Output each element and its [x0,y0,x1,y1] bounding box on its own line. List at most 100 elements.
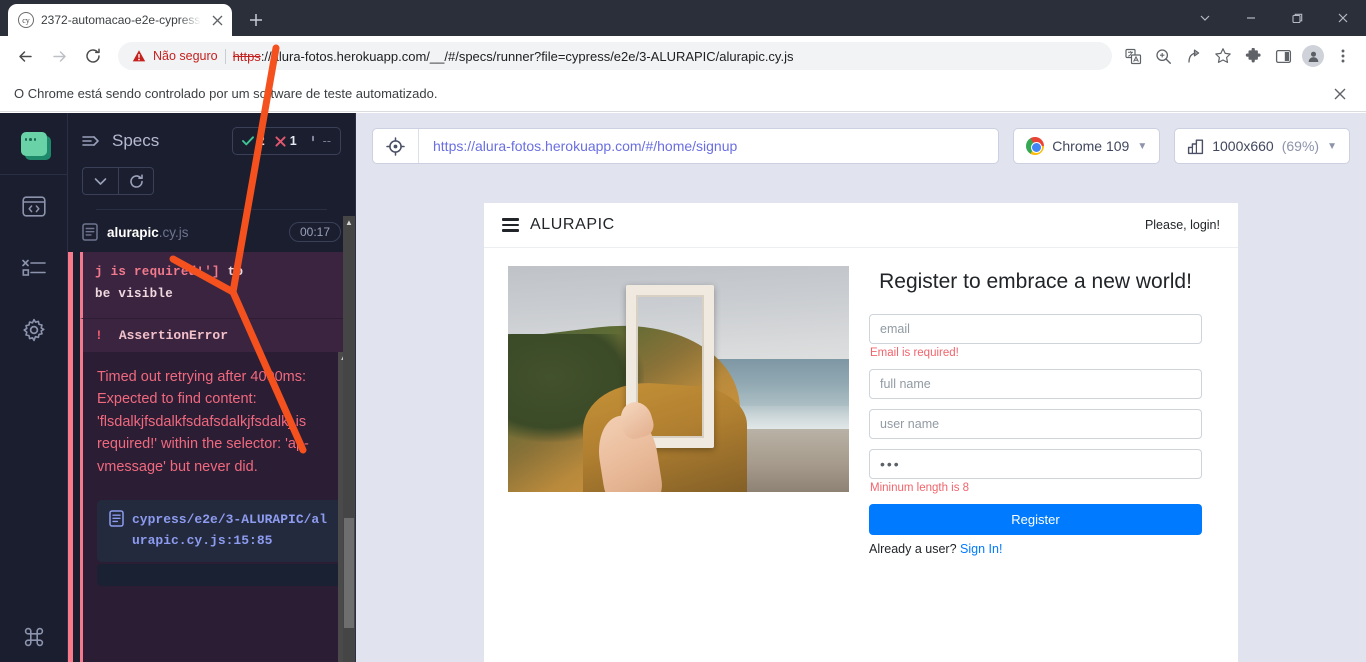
cypress-rail [0,113,68,662]
specs-sort-button[interactable] [82,167,118,195]
browser-toolbar: Não seguro https://alura-fotos.herokuapp… [0,36,1366,76]
viewport-size: 1000x660 [1212,138,1274,154]
message-tail-line1b: to [227,265,244,279]
rail-item-keyboard-shortcuts[interactable] [0,626,68,648]
cypress-favicon: cy [18,12,34,28]
specs-button-row [82,167,341,195]
url-scheme: https [232,48,261,64]
password-field[interactable]: ••• [869,449,1202,479]
signup-form: Register to embrace a new world! email E… [869,266,1214,556]
specs-title: Specs [82,131,159,151]
fullname-field-placeholder: full name [880,377,931,391]
cypress-logo-icon[interactable] [0,113,67,175]
maximize-icon[interactable] [1274,1,1320,35]
error-code-link-text: cypress/e2e/3-ALURAPIC/alurapic.cy.js:15… [132,512,328,548]
stat-pending: -- [307,134,331,148]
error-title: AssertionError [118,327,229,343]
url-text: https://alura-fotos.herokuapp.com/__/#/s… [233,49,794,64]
side-panel-icon[interactable] [1268,41,1298,71]
rail-item-specs[interactable] [0,175,67,237]
close-icon[interactable] [208,11,226,29]
automation-infobar-text: O Chrome está sendo controlado por um so… [14,86,438,101]
omnibox-divider [224,48,226,64]
address-bar[interactable]: Não seguro https://alura-fotos.herokuapp… [118,42,1112,70]
app-body: Register to embrace a new world! email E… [484,248,1238,556]
app-under-test-viewport: ALURAPIC Please, login! Register to embr… [484,203,1238,662]
rail-item-runs[interactable] [0,237,67,299]
window-close-icon[interactable] [1320,1,1366,35]
specs-reload-button[interactable] [118,167,154,195]
translate-icon[interactable] [1118,41,1148,71]
test-results-icon [21,259,46,277]
preview-url-bar[interactable]: https://alura-fotos.herokuapp.com/#/home… [372,128,1000,164]
minimize-icon[interactable] [1228,1,1274,35]
username-field[interactable]: user name [869,409,1202,439]
form-heading: Register to embrace a new world! [879,270,1192,293]
selector-playground-icon[interactable] [373,129,419,163]
chrome-menu-icon[interactable] [1328,41,1358,71]
gear-icon [22,318,46,342]
x-icon [275,135,286,147]
pending-circle-icon [307,135,319,147]
hero-photo [508,266,849,492]
bookmark-star-icon[interactable] [1208,41,1238,71]
rail-item-settings[interactable] [0,299,67,361]
error-code-snippet-placeholder [97,563,341,586]
new-tab-button[interactable] [242,6,270,34]
browser-tab[interactable]: cy 2372-automacao-e2e-cypress-au [8,4,232,36]
share-icon[interactable] [1178,41,1208,71]
infobar-close-icon[interactable] [1328,82,1352,106]
profile-avatar[interactable] [1298,41,1328,71]
email-field[interactable]: email [869,314,1202,344]
fullname-field[interactable]: full name [869,369,1202,399]
specs-scrollbar-thumb[interactable] [344,518,354,628]
passed-count: 2 [257,134,265,148]
browser-selector[interactable]: Chrome 109 ▼ [1013,128,1161,164]
hamburger-menu-icon[interactable] [502,218,519,232]
specs-scrollbar[interactable]: ▲ [343,216,355,662]
stat-failed: 1 [275,134,297,148]
reload-button[interactable] [76,39,110,73]
app-brand: ALURAPIC [530,216,615,233]
error-code-link[interactable]: cypress/e2e/3-ALURAPIC/alurapic.cy.js:15… [97,500,341,562]
pending-count: -- [322,134,331,148]
login-prompt[interactable]: Please, login! [1145,218,1220,232]
window-controls [1182,0,1366,36]
signin-row: Already a user? Sign In! [869,542,1202,556]
specs-title-label: Specs [112,131,160,150]
spec-row[interactable]: alurapic.cy.js 00:17 [68,210,355,252]
file-icon [109,510,124,527]
back-button[interactable] [8,39,42,73]
url-rest: ://alura-fotos.herokuapp.com/__/#/specs/… [260,48,794,64]
chevron-down-icon[interactable] [1182,1,1228,35]
specs-stats: 2 1 -- [231,127,341,155]
zoom-icon[interactable] [1148,41,1178,71]
email-field-placeholder: email [880,322,910,336]
spec-file-icon [82,223,98,241]
not-secure-icon [132,49,146,63]
assertion-message-tail: j is required!'] to be visible [80,252,355,318]
password-field-value: ••• [880,456,901,472]
signin-link[interactable]: Sign In! [960,542,1002,556]
check-icon [241,136,254,146]
spec-extension: .cy.js [158,224,189,240]
error-pane: j is required!'] to be visible ! Asserti… [68,252,355,662]
already-user-text: Already a user? [869,542,957,556]
specs-header: Specs 2 1 -- [68,113,355,210]
register-button[interactable]: Register [869,504,1202,535]
extensions-icon[interactable] [1238,41,1268,71]
specs-collapse-icon[interactable] [82,134,102,148]
message-tail-line1: j is required!'] [95,265,220,279]
browser-name: Chrome 109 [1052,138,1130,154]
preview-url-text: https://alura-fotos.herokuapp.com/#/home… [433,138,738,154]
viewport-selector[interactable]: 1000x660 (69%) ▼ [1174,128,1350,164]
code-window-icon [21,195,46,217]
password-error: Mininum length is 8 [870,482,970,494]
specs-scroll-up-arrow-icon[interactable]: ▲ [343,216,355,229]
ruler-icon [1187,138,1204,155]
chevron-down-icon: ▼ [1137,140,1148,152]
specs-panel: Specs 2 1 -- alurapic.cy.js 00:17 j is r… [68,113,356,662]
stat-passed: 2 [241,134,265,148]
forward-button[interactable] [42,39,76,73]
spec-duration: 00:17 [288,222,341,242]
